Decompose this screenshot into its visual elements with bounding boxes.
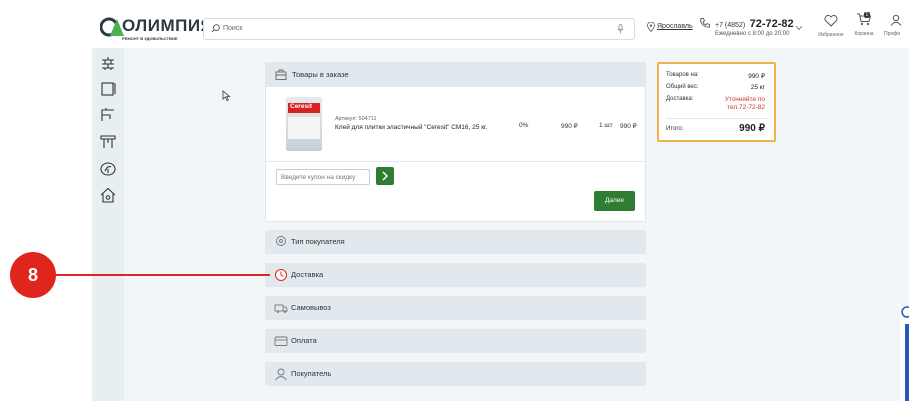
summary-delivery-value: Уточняйте по тел.72-72-82 — [724, 96, 765, 111]
cart-label: Корзина — [854, 31, 874, 37]
summary-weight-label: Общий вес: — [666, 84, 699, 90]
next-button[interactable]: Далее — [594, 191, 635, 211]
order-items-panel: Ceresit Артикул: 504711 Клей для плитки … — [265, 87, 646, 222]
card-icon — [274, 336, 288, 346]
coupon-apply-button[interactable] — [376, 167, 394, 185]
annotation-step-badge: 8 — [10, 252, 56, 298]
wallpaper-roll-icon[interactable] — [99, 80, 117, 98]
profile-link[interactable]: Профи — [884, 13, 909, 37]
summary-goods-label: Товаров на: — [666, 72, 699, 78]
cart-link[interactable]: 1 Корзина — [852, 12, 876, 37]
profile-label: Профи — [884, 31, 901, 37]
summary-goods-value: 990 ₽ — [748, 73, 765, 80]
favorites-label: Избранное — [818, 32, 844, 38]
product-pack-label — [288, 117, 320, 139]
summary-delivery-label: Доставка: — [666, 96, 694, 102]
bricks-icon[interactable] — [99, 54, 117, 72]
help-widget-bar — [905, 324, 909, 401]
order-items-title: Товары в заказе — [292, 70, 349, 79]
summary-weight-value: 25 кг — [750, 84, 765, 91]
chevron-down-icon[interactable] — [795, 25, 803, 31]
site-logo[interactable]: ОЛИМПИЯ РЕМОНТ В УДОВОЛЬСТВИЕ — [100, 12, 213, 46]
category-rail — [92, 48, 124, 401]
phone-prefix: +7 (4852) — [715, 22, 746, 29]
section-label: Оплата — [291, 336, 317, 345]
working-hours: Ежедневно с 8:00 до 20:00 — [715, 31, 790, 37]
summary-total-value: 990 ₽ — [739, 123, 765, 134]
clock-icon — [275, 269, 287, 281]
section-label: Доставка — [291, 270, 324, 279]
microphone-icon[interactable] — [617, 24, 624, 34]
mouse-cursor-icon — [222, 90, 231, 101]
divider — [266, 161, 645, 162]
product-pack-brand: Ceresit — [290, 103, 313, 110]
tools-icon[interactable] — [99, 132, 117, 150]
section-label: Самовывоз — [291, 303, 331, 312]
city-name: Ярославль — [657, 23, 693, 30]
section-customer[interactable]: Покупатель — [265, 362, 646, 386]
order-summary: Товаров на: 990 ₽ Общий вес: 25 кг Доста… — [657, 62, 776, 142]
section-label: Тип покупателя — [291, 237, 345, 246]
section-pickup[interactable]: Самовывоз — [265, 296, 646, 320]
section-delivery[interactable]: Доставка — [265, 263, 646, 287]
section-payment[interactable]: Оплата — [265, 329, 646, 353]
user-icon — [275, 368, 287, 381]
search-placeholder: Поиск — [223, 25, 243, 32]
product-total: 990 ₽ — [620, 123, 637, 130]
logo-tagline: РЕМОНТ В УДОВОЛЬСТВИЕ — [122, 36, 178, 41]
search-icon — [211, 24, 220, 33]
phone-number: 72-72-82 — [749, 18, 794, 30]
summary-divider — [666, 118, 767, 119]
section-label: Покупатель — [291, 369, 332, 378]
phone-icon — [700, 18, 710, 28]
search-input[interactable]: Поиск — [203, 18, 635, 40]
logo-text: ОЛИМПИЯ — [122, 16, 214, 35]
heart-icon — [824, 15, 838, 27]
order-items-header: Товары в заказе — [265, 62, 646, 87]
product-discount: 0% — [519, 122, 529, 129]
coupon-input[interactable] — [276, 169, 370, 185]
location-pin-icon — [276, 236, 286, 246]
summary-total-label: Итого: — [666, 126, 684, 132]
annotation-pointer-line — [56, 274, 270, 276]
user-icon — [890, 14, 902, 26]
arrow-right-icon — [382, 171, 389, 181]
location-pin-icon — [647, 22, 655, 32]
product-price: 990 ₽ — [561, 123, 578, 130]
favorites-link[interactable]: Избранное — [816, 14, 846, 38]
section-buyer-type[interactable]: Тип покупателя — [265, 230, 646, 254]
faucet-icon[interactable] — [99, 106, 117, 124]
garden-icon[interactable] — [99, 160, 117, 178]
cart-count-badge: 1 — [864, 12, 870, 18]
product-name[interactable]: Клей для плитки эластичный "Ceresit" СМ1… — [335, 124, 487, 131]
chat-icon — [901, 306, 909, 318]
bag-icon — [275, 69, 287, 80]
product-image[interactable]: Ceresit — [286, 97, 322, 151]
home-icon[interactable] — [99, 186, 117, 204]
product-quantity[interactable]: 1 шт — [599, 122, 613, 129]
truck-icon — [274, 304, 288, 313]
product-sku: Артикул: 504711 — [335, 116, 377, 122]
help-widget[interactable] — [900, 306, 909, 401]
